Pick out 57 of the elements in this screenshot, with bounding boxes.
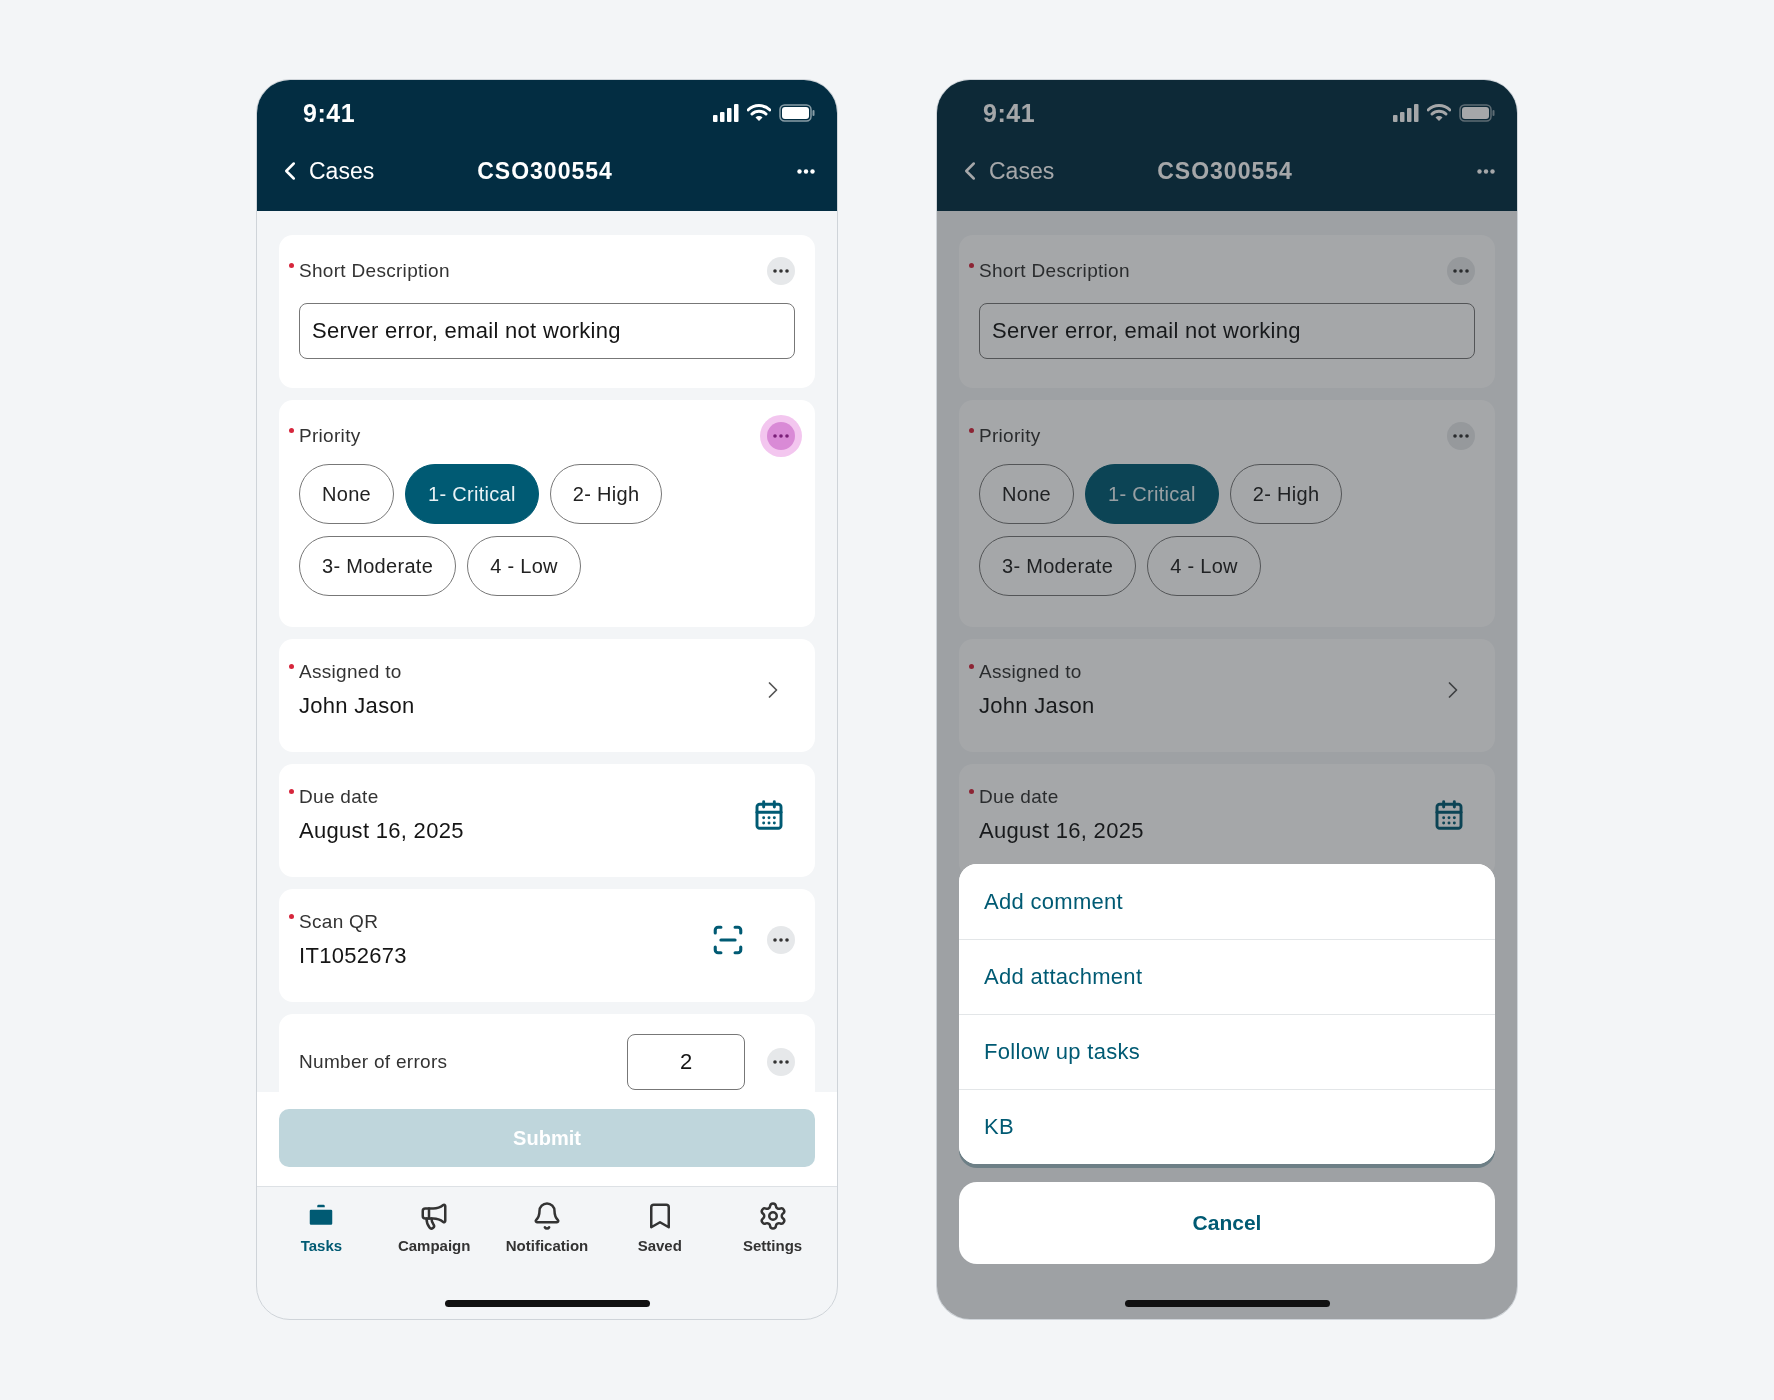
calendar-icon[interactable] — [1433, 799, 1465, 831]
back-link[interactable]: Cases — [275, 156, 375, 186]
field-value: August 16, 2025 — [979, 818, 1144, 844]
tab-bar-item[interactable]: Campaign — [389, 1201, 480, 1254]
wifi-icon — [747, 104, 771, 122]
megaphone-icon — [419, 1201, 450, 1231]
cancel-button[interactable]: Cancel — [959, 1182, 1495, 1264]
field-value: John Jason — [299, 693, 415, 719]
field-label: Priority — [299, 425, 361, 447]
field-value: August 16, 2025 — [299, 818, 464, 844]
more-icon — [773, 269, 789, 273]
field-label: Assigned to — [299, 661, 402, 683]
more-icon — [1477, 168, 1495, 174]
field-label: Number of errors — [299, 1051, 448, 1073]
more-button[interactable] — [767, 257, 795, 285]
tab-bar-item[interactable]: Notification — [502, 1201, 592, 1254]
number-field[interactable]: 2 — [627, 1034, 745, 1090]
status-time: 9:41 — [303, 98, 356, 128]
more-button[interactable] — [1447, 257, 1475, 285]
priority-chip[interactable]: 1- Critical — [405, 464, 539, 524]
more-icon — [773, 938, 789, 942]
more-icon — [773, 1060, 789, 1064]
field-label: Short Description — [299, 260, 450, 282]
case-title: CSO300554 — [477, 157, 613, 185]
settings-icon — [757, 1201, 788, 1231]
bell-icon — [532, 1201, 562, 1231]
field-value: John Jason — [979, 693, 1095, 719]
more-button[interactable] — [767, 1048, 795, 1076]
more-icon — [773, 434, 789, 438]
field-label: Due date — [299, 786, 379, 808]
field-label: Scan QR — [299, 911, 379, 933]
text-field[interactable]: Server error, email not working — [979, 303, 1475, 359]
tab-bar-item[interactable]: Saved — [614, 1201, 705, 1254]
calendar-icon[interactable] — [753, 799, 785, 831]
scan-icon[interactable] — [711, 923, 745, 957]
field-label: Short Description — [979, 260, 1130, 282]
more-icon — [797, 168, 815, 174]
more-button[interactable] — [1447, 422, 1475, 450]
signal-icon — [1393, 104, 1419, 122]
back-link[interactable]: Cases — [955, 156, 1055, 186]
field-label: Assigned to — [979, 661, 1082, 683]
priority-chip[interactable]: 1- Critical — [1085, 464, 1219, 524]
battery-icon — [779, 104, 815, 122]
action-sheet-item[interactable]: KB — [959, 1089, 1495, 1164]
signal-icon — [713, 104, 739, 122]
case-title: CSO300554 — [1157, 157, 1293, 185]
tab-bar-item[interactable]: Settings — [727, 1201, 818, 1254]
more-icon — [1453, 434, 1469, 438]
wifi-icon — [1427, 104, 1451, 122]
more-button[interactable] — [767, 926, 795, 954]
status-time: 9:41 — [983, 98, 1036, 128]
field-label: Due date — [979, 786, 1059, 808]
more-icon — [1453, 269, 1469, 273]
tab-bar-item[interactable]: Tasks — [276, 1201, 367, 1254]
field-value: IT1052673 — [299, 943, 407, 969]
text-field[interactable]: Server error, email not working — [299, 303, 795, 359]
field-label: Priority — [979, 425, 1041, 447]
